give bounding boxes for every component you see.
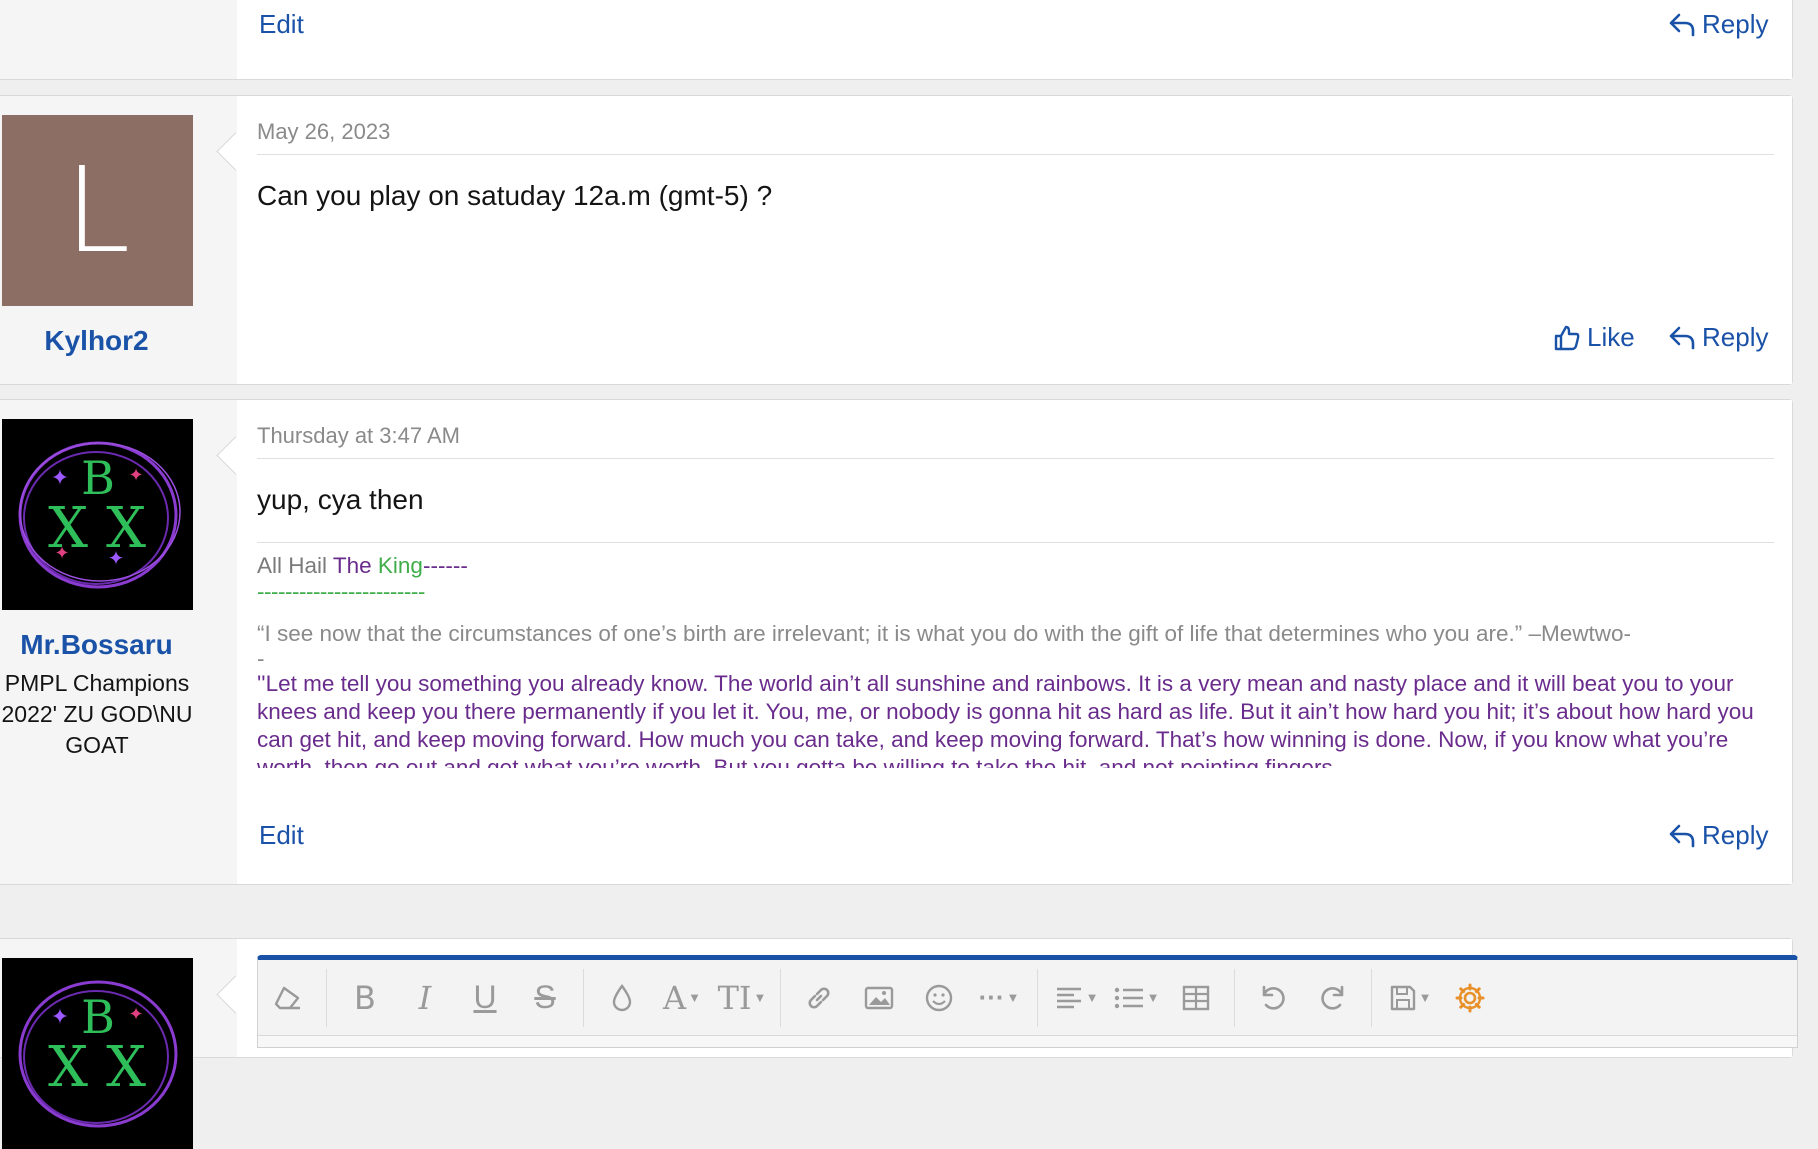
- toolbar-divider: [1234, 968, 1235, 1027]
- message-editor[interactable]: B I U S A ▼ TI ▼ ··· ▼ ▼ ▼ ▼: [257, 955, 1798, 1048]
- username-link[interactable]: Kylhor2: [0, 325, 193, 357]
- sig-long-quote: ''Let me tell you something you already …: [257, 671, 1754, 768]
- image-icon[interactable]: [849, 973, 909, 1023]
- toolbar-divider: [1371, 968, 1372, 1027]
- underline-glyph: U: [473, 979, 497, 1015]
- signature-divider: [257, 542, 1774, 543]
- strikethrough-icon[interactable]: S: [515, 973, 575, 1023]
- avatar-letter: L: [64, 141, 131, 279]
- svg-text:✦: ✦: [128, 1004, 143, 1024]
- link-icon[interactable]: [789, 973, 849, 1023]
- drafts-icon[interactable]: ▼: [1380, 973, 1440, 1023]
- font-glyph: A: [663, 978, 687, 1017]
- sig-quote: “I see now that the circumstances of one…: [257, 621, 1631, 646]
- header-divider: [257, 154, 1774, 155]
- header-divider: [257, 458, 1774, 459]
- post-date[interactable]: May 26, 2023: [257, 119, 390, 145]
- sig-quote-end: -: [257, 646, 265, 671]
- toolbar-divider: [780, 968, 781, 1027]
- svg-text:✦: ✦: [51, 465, 69, 490]
- user-title: PMPL Champions 2022' ZU GOD\NU GOAT: [1, 670, 193, 758]
- list-icon[interactable]: ▼: [1106, 973, 1166, 1023]
- toolbar-divider: [583, 968, 584, 1027]
- sig-all-hail: All Hail: [257, 553, 333, 578]
- svg-text:✦: ✦: [54, 543, 69, 563]
- user-column: [0, 0, 237, 79]
- sig-dash-line: ------------------------: [257, 579, 425, 604]
- reply-button[interactable]: Reply: [1668, 322, 1768, 353]
- reply-label: Reply: [1702, 9, 1769, 39]
- like-button[interactable]: Like: [1553, 322, 1635, 353]
- align-icon[interactable]: ▼: [1046, 973, 1106, 1023]
- svg-text:✦: ✦: [51, 1004, 69, 1029]
- reply-icon: [1668, 12, 1696, 38]
- reply-label: Reply: [1702, 820, 1769, 850]
- message-post-3: B X X ✦ ✦ ✦ ✦ Mr.Bossaru PMPL Champions …: [0, 399, 1793, 885]
- svg-text:X: X: [48, 1035, 88, 1100]
- toolbar-divider: [326, 968, 327, 1027]
- italic-icon[interactable]: I: [395, 973, 455, 1023]
- avatar[interactable]: B X X ✦ ✦ ✦ ✦: [2, 419, 193, 610]
- size-glyph: TI: [717, 978, 752, 1017]
- svg-text:✦: ✦: [108, 548, 125, 570]
- reply-button[interactable]: Reply: [1668, 9, 1768, 40]
- message-post-2: L Kylhor2 May 26, 2023 Can you play on s…: [0, 95, 1793, 385]
- edit-label: Edit: [259, 820, 304, 850]
- edit-link[interactable]: Edit: [259, 9, 304, 40]
- message-body: yup, cya then: [257, 484, 424, 515]
- toolbar-divider: [1037, 968, 1038, 1027]
- avatar[interactable]: L: [2, 115, 193, 306]
- sig-dashes: ------: [422, 553, 468, 578]
- signature: All Hail The King------ ----------------…: [257, 550, 1772, 768]
- avatar-logo-icon: B X X ✦ ✦ ✦ ✦: [2, 419, 193, 610]
- sig-king: King: [377, 553, 423, 578]
- reply-icon: [1668, 325, 1696, 351]
- edit-label: Edit: [259, 9, 304, 39]
- message-content: [237, 0, 1792, 79]
- reply-label: Reply: [1702, 322, 1769, 352]
- underline-icon[interactable]: U: [455, 973, 515, 1023]
- sig-the: The: [332, 553, 378, 578]
- reply-button[interactable]: Reply: [1668, 820, 1768, 851]
- redo-icon[interactable]: [1303, 973, 1363, 1023]
- edit-link[interactable]: Edit: [259, 820, 304, 851]
- more-icon[interactable]: ··· ▼: [969, 973, 1029, 1023]
- like-label: Like: [1587, 322, 1635, 352]
- avatar-logo-icon: B X X ✦ ✦: [2, 958, 193, 1149]
- font-size-icon[interactable]: TI ▼: [712, 973, 772, 1023]
- undo-icon[interactable]: [1243, 973, 1303, 1023]
- text-color-icon[interactable]: [592, 973, 652, 1023]
- username-link[interactable]: Mr.Bossaru: [0, 629, 193, 661]
- message-body: Can you play on satuday 12a.m (gmt-5) ?: [257, 180, 773, 211]
- settings-icon[interactable]: [1440, 973, 1500, 1023]
- italic-glyph: I: [418, 978, 432, 1017]
- strike-glyph: S: [534, 979, 556, 1015]
- more-glyph: ···: [978, 982, 1005, 1012]
- bold-icon[interactable]: B: [335, 973, 395, 1023]
- post-date[interactable]: Thursday at 3:47 AM: [257, 423, 460, 449]
- bold-glyph: B: [354, 978, 376, 1017]
- editor-toolbar: B I U S A ▼ TI ▼ ··· ▼ ▼ ▼ ▼: [258, 960, 1797, 1036]
- emoji-icon[interactable]: [909, 973, 969, 1023]
- message-post-1: Edit Reply: [0, 0, 1793, 80]
- avatar[interactable]: B X X ✦ ✦: [2, 958, 193, 1149]
- thumbs-up-icon: [1553, 324, 1581, 352]
- eraser-icon[interactable]: [258, 973, 318, 1023]
- svg-text:✦: ✦: [128, 465, 143, 485]
- font-family-icon[interactable]: A ▼: [652, 973, 712, 1023]
- reply-icon: [1668, 823, 1696, 849]
- svg-text:X: X: [106, 1035, 146, 1100]
- table-icon[interactable]: [1166, 973, 1226, 1023]
